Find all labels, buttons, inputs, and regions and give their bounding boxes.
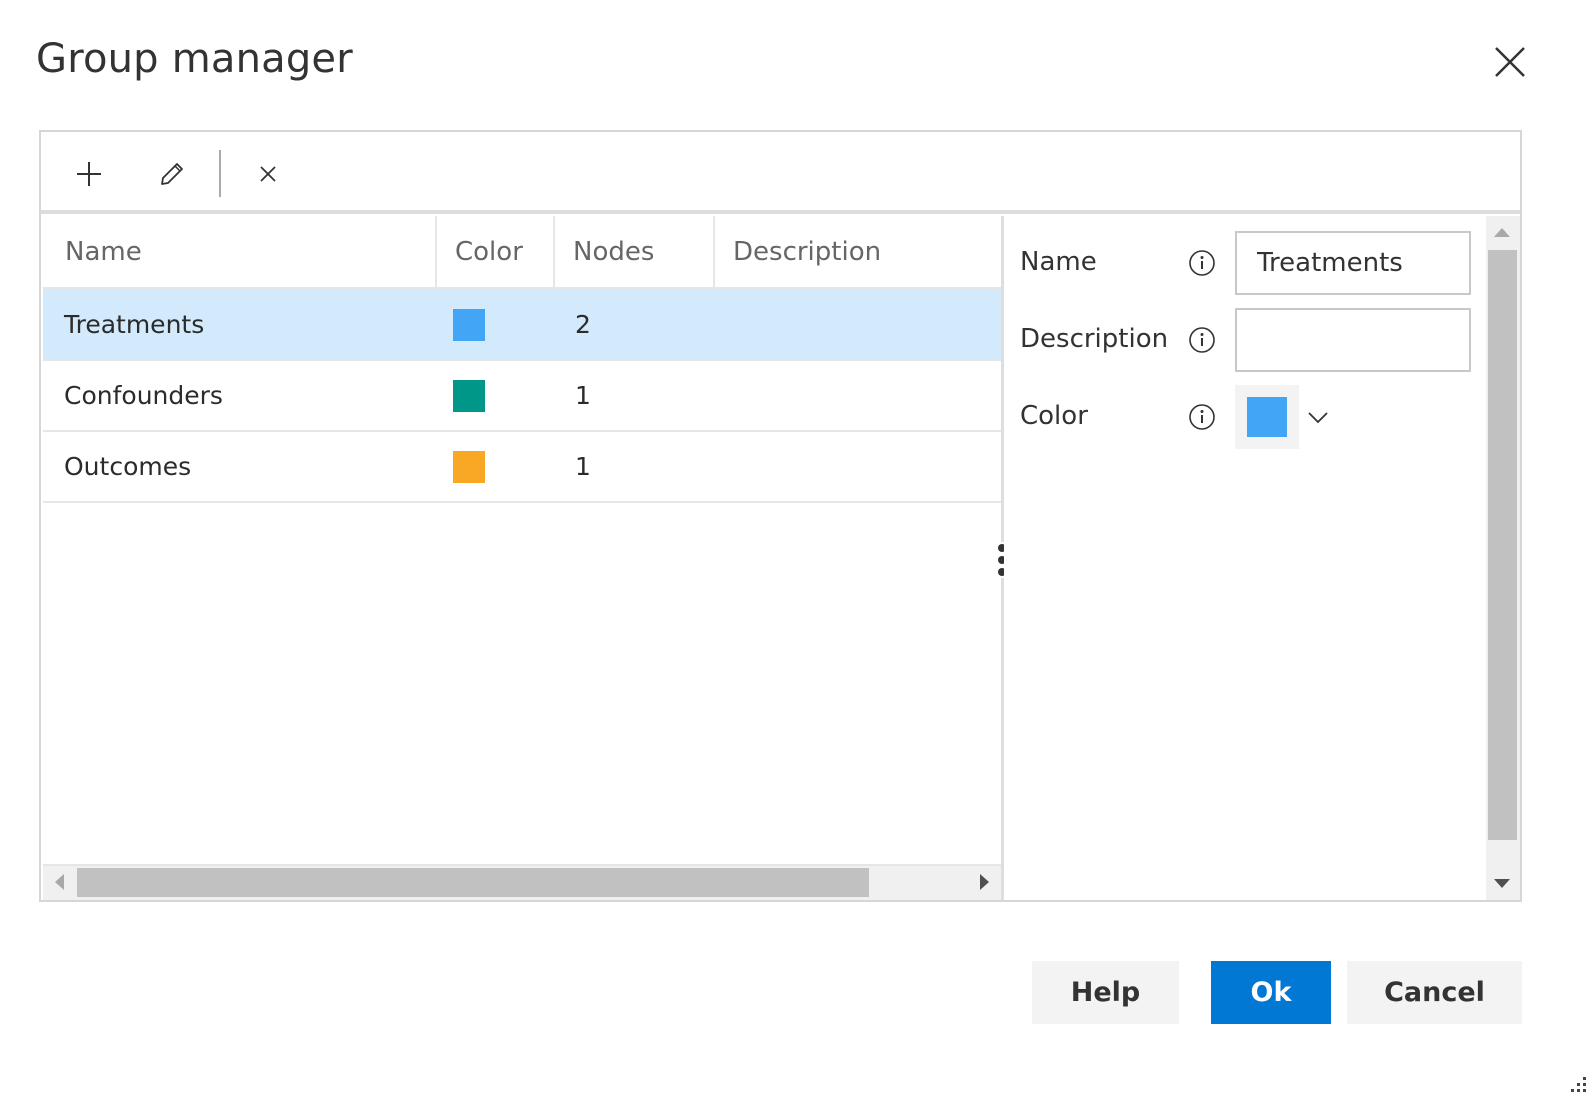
name-input[interactable] (1235, 231, 1471, 295)
ok-button[interactable]: Ok (1211, 961, 1331, 1024)
info-icon[interactable] (1188, 249, 1216, 277)
vertical-scrollbar-thumb[interactable] (1488, 250, 1517, 840)
color-swatch (453, 379, 485, 412)
delete-group-button[interactable] (248, 154, 288, 194)
column-header-name[interactable]: Name (43, 216, 437, 287)
dialog-title: Group manager (36, 36, 353, 82)
cell-nodes: 1 (575, 452, 591, 481)
selected-color-swatch (1247, 397, 1287, 437)
name-label: Name (1020, 247, 1097, 277)
scroll-up-arrow-icon[interactable] (1494, 228, 1510, 237)
help-button[interactable]: Help (1032, 961, 1179, 1024)
edit-group-button[interactable] (152, 154, 192, 194)
table-row[interactable]: Treatments 2 (43, 290, 1001, 361)
cell-name: Treatments (64, 310, 205, 339)
horizontal-scrollbar-thumb[interactable] (77, 868, 869, 897)
chevron-down-icon[interactable] (1304, 403, 1332, 431)
groups-grid: Name Color Nodes Description Treatments … (43, 216, 1001, 900)
description-label: Description (1020, 324, 1169, 354)
close-button[interactable] (1492, 44, 1528, 80)
column-header-nodes[interactable]: Nodes (555, 216, 715, 287)
property-name-row: Name (1004, 231, 1486, 295)
property-description-row: Description (1004, 308, 1486, 372)
grid-header: Name Color Nodes Description (43, 216, 1001, 290)
color-picker[interactable] (1235, 385, 1299, 449)
table-row[interactable]: Confounders 1 (43, 361, 1001, 432)
table-row[interactable]: Outcomes 1 (43, 432, 1001, 503)
color-label: Color (1020, 401, 1088, 431)
color-swatch (453, 308, 485, 341)
scroll-right-arrow-icon[interactable] (980, 874, 989, 890)
info-icon[interactable] (1188, 326, 1216, 354)
cancel-button[interactable]: Cancel (1347, 961, 1522, 1024)
toolbar-separator (219, 150, 221, 197)
property-color-row: Color (1004, 385, 1486, 449)
vertical-scrollbar[interactable] (1486, 216, 1520, 900)
cell-nodes: 1 (575, 381, 591, 410)
column-header-description[interactable]: Description (715, 216, 1001, 287)
cell-color (437, 379, 555, 412)
cell-name: Outcomes (64, 452, 192, 481)
description-input[interactable] (1235, 308, 1471, 372)
scroll-down-arrow-icon[interactable] (1494, 879, 1510, 888)
pencil-icon (161, 163, 183, 185)
column-header-color[interactable]: Color (437, 216, 555, 287)
color-swatch (453, 450, 485, 483)
close-icon (1495, 47, 1525, 77)
cell-color (437, 450, 555, 483)
resize-grip-icon[interactable] (1566, 1074, 1588, 1096)
info-icon[interactable] (1188, 403, 1216, 431)
cell-color (437, 308, 555, 341)
plus-icon (77, 162, 101, 186)
add-group-button[interactable] (69, 154, 109, 194)
cell-name: Confounders (64, 381, 223, 410)
x-icon (260, 166, 276, 182)
cell-nodes: 2 (575, 310, 591, 339)
group-manager-panel: Name Color Nodes Description Treatments … (39, 130, 1522, 902)
scroll-left-arrow-icon[interactable] (55, 874, 64, 890)
toolbar (41, 132, 1520, 214)
properties-panel: Name Description Color (1004, 216, 1486, 900)
grid-body: Treatments 2 Confounders 1 Outcomes 1 (43, 290, 1001, 503)
horizontal-scrollbar[interactable] (43, 864, 1001, 900)
